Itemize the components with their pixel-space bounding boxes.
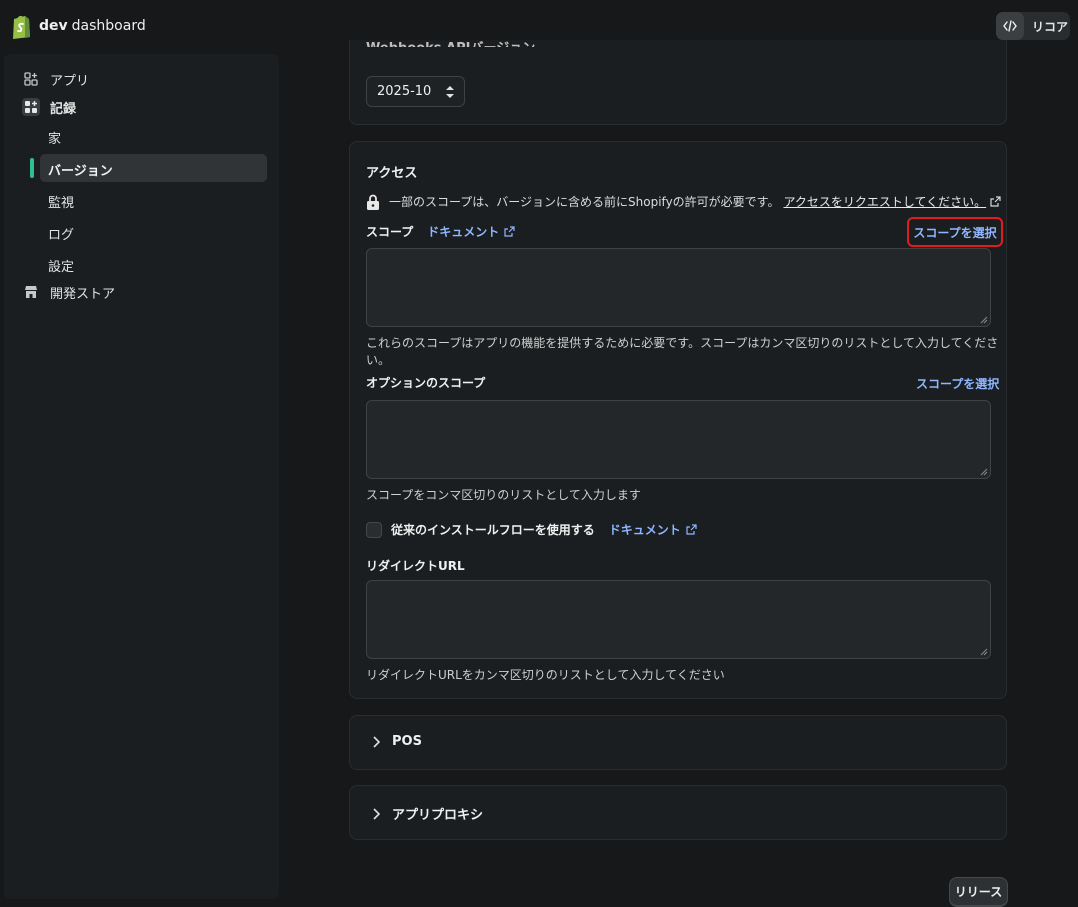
optional-scopes-label: オプションのスコープ — [366, 376, 486, 390]
code-button-label: リコア — [1032, 19, 1069, 34]
api-version-value: 2025-10 — [377, 84, 432, 99]
legacy-install-label[interactable]: 従来のインストールフローを使用する — [391, 521, 595, 538]
legacy-docs-link[interactable]: ドキュメント — [609, 521, 697, 538]
apps-icon — [22, 70, 40, 88]
brand[interactable]: dev dashboard — [10, 13, 146, 39]
store-icon — [22, 283, 40, 301]
redirect-url-textarea[interactable] — [366, 580, 991, 659]
brand-bold: dev — [39, 18, 68, 34]
sidebar-item-label: 開発ストア — [50, 286, 116, 302]
resize-grip-icon[interactable] — [980, 316, 988, 324]
brand-rest: dashboard — [71, 18, 146, 34]
redirect-url-help-text: リダイレクトURLをカンマ区切りのリストとして入力してください — [366, 668, 725, 682]
code-icon — [996, 12, 1024, 40]
sidebar-subitem-versions[interactable]: バージョン — [40, 154, 267, 182]
sidebar-item-label: 記録 — [50, 101, 77, 117]
app-proxy-section-title: アプリプロキシ — [392, 808, 484, 823]
code-button[interactable]: リコア — [996, 12, 1070, 40]
apps-icon — [22, 98, 40, 116]
sidebar-subitem-label: バージョン — [48, 164, 113, 179]
select-optional-scopes-button[interactable]: スコープを選択 — [916, 375, 999, 392]
app-proxy-section[interactable]: アプリプロキシ — [349, 785, 1007, 840]
active-indicator — [30, 158, 34, 178]
legacy-install-row: 従来のインストールフローを使用する ドキュメント — [366, 521, 697, 538]
legacy-install-checkbox[interactable] — [366, 521, 382, 538]
scopes-docs-link[interactable]: ドキュメント — [427, 223, 515, 240]
pos-section-title: POS — [392, 734, 422, 749]
scopes-help-text: これらのスコープはアプリの機能を提供するために必要です。スコープはカンマ区切りの… — [366, 336, 999, 367]
pos-section[interactable]: POS — [349, 715, 1007, 770]
select-arrows-icon — [446, 86, 454, 98]
scopes-label: スコープ — [366, 225, 414, 239]
request-access-link[interactable]: アクセスをリクエストしてください。 — [783, 193, 986, 210]
access-card: アクセス 一部のスコープは、バージョンに含める前にShopifyの許可が必要です… — [349, 141, 1007, 699]
webhooks-card: Webhooks APIバージョン 2025-10 — [349, 40, 1007, 125]
resize-grip-icon[interactable] — [980, 648, 988, 656]
select-scopes-button[interactable]: スコープを選択 — [907, 217, 1003, 247]
sidebar-item-dev-stores[interactable]: 開発ストア — [22, 281, 115, 303]
access-heading: アクセス — [366, 166, 418, 181]
optional-scopes-textarea[interactable] — [366, 400, 991, 479]
external-link-icon — [686, 524, 697, 535]
lock-icon — [367, 194, 379, 210]
sidebar: アプリ 記録 家 バージョン 監視 ログ 設定 開発ストア — [4, 54, 279, 899]
scopes-label-row: スコープ ドキュメント — [366, 223, 515, 240]
shopify-logo-icon — [13, 15, 30, 39]
scopes-textarea[interactable] — [366, 248, 991, 327]
webhooks-heading: Webhooks APIバージョン — [366, 37, 535, 47]
sidebar-item-label: アプリ — [50, 73, 90, 89]
chevron-right-icon — [373, 807, 380, 820]
notice-text: 一部のスコープは、バージョンに含める前にShopifyの許可が必要です。 — [389, 195, 780, 209]
external-link-icon — [504, 226, 515, 237]
external-link-icon — [990, 196, 1001, 207]
sidebar-item-apps[interactable]: アプリ — [22, 68, 89, 90]
redirect-url-label: リダイレクトURL — [366, 559, 465, 573]
release-button[interactable]: リリース — [949, 877, 1008, 907]
sidebar-subitem-logs[interactable]: ログ — [48, 224, 74, 243]
sidebar-subitem-monitoring[interactable]: 監視 — [48, 192, 74, 211]
docs-link-text: ドキュメント — [427, 225, 500, 239]
resize-grip-icon[interactable] — [980, 468, 988, 476]
api-version-select[interactable]: 2025-10 — [366, 76, 465, 107]
sidebar-item-records[interactable]: 記録 — [22, 96, 76, 118]
sidebar-subitem-settings[interactable]: 設定 — [48, 256, 74, 275]
docs-link-text: ドキュメント — [608, 523, 681, 537]
sidebar-subitem-home[interactable]: 家 — [48, 128, 61, 147]
access-notice: 一部のスコープは、バージョンに含める前にShopifyの許可が必要です。 アクセ… — [366, 193, 1001, 210]
chevron-right-icon — [373, 735, 380, 748]
optional-scopes-help-text: スコープをコンマ区切りのリストとして入力します — [366, 488, 641, 502]
